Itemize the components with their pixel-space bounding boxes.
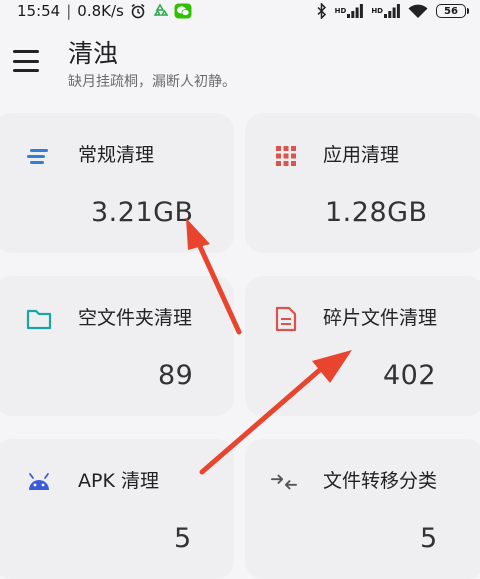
card-fragment-clean[interactable]: 碎片文件清理 402 (245, 276, 480, 416)
card-label: 文件转移分类 (323, 470, 438, 492)
card-value: 89 (158, 360, 194, 391)
android-icon (26, 469, 52, 495)
card-label: 碎片文件清理 (323, 307, 438, 329)
hd-label-1: HD (334, 6, 347, 15)
page-title: 清浊 (68, 39, 119, 68)
card-label: 常规清理 (78, 144, 155, 166)
status-separator: | (66, 2, 72, 20)
card-label: 应用清理 (323, 144, 400, 166)
status-bar: 15:54 | 0.8K/s HD HD 56 (0, 0, 480, 22)
hd-label-2: HD (371, 6, 383, 15)
bluetooth-icon (317, 3, 327, 19)
card-value: 3.21GB (91, 197, 194, 228)
battery-icon: 56 (436, 4, 469, 18)
menu-icon[interactable] (13, 50, 39, 72)
card-apk-clean[interactable]: APK 清理 5 (0, 439, 234, 579)
card-value: 1.28GB (325, 197, 428, 228)
signal-1-icon: HD (335, 4, 364, 18)
card-regular-clean[interactable]: 常规清理 3.21GB (0, 113, 234, 253)
transfer-icon (271, 469, 297, 495)
card-empty-folder-clean[interactable]: 空文件夹清理 89 (0, 276, 234, 416)
wechat-icon (174, 3, 192, 19)
card-app-clean[interactable]: 应用清理 1.28GB (245, 113, 480, 253)
recycle-icon (152, 3, 168, 19)
card-value: 5 (174, 523, 192, 554)
lines-icon (26, 143, 52, 169)
page-subtitle: 缺月挂疏桐，漏断人初静。 (68, 74, 236, 90)
card-label: 空文件夹清理 (78, 307, 193, 329)
battery-level: 56 (444, 5, 458, 17)
signal-2-icon: HD (371, 4, 400, 18)
document-icon (273, 306, 299, 332)
wifi-icon (408, 4, 428, 19)
network-speed: 0.8K/s (77, 2, 124, 20)
clock: 15:54 (17, 2, 61, 20)
card-file-transfer[interactable]: 文件转移分类 5 (245, 439, 480, 579)
card-value: 402 (383, 360, 437, 391)
grid-icon (273, 143, 299, 169)
alarm-icon (130, 3, 146, 19)
card-label: APK 清理 (78, 470, 159, 492)
folder-icon (26, 306, 52, 332)
card-value: 5 (420, 523, 438, 554)
